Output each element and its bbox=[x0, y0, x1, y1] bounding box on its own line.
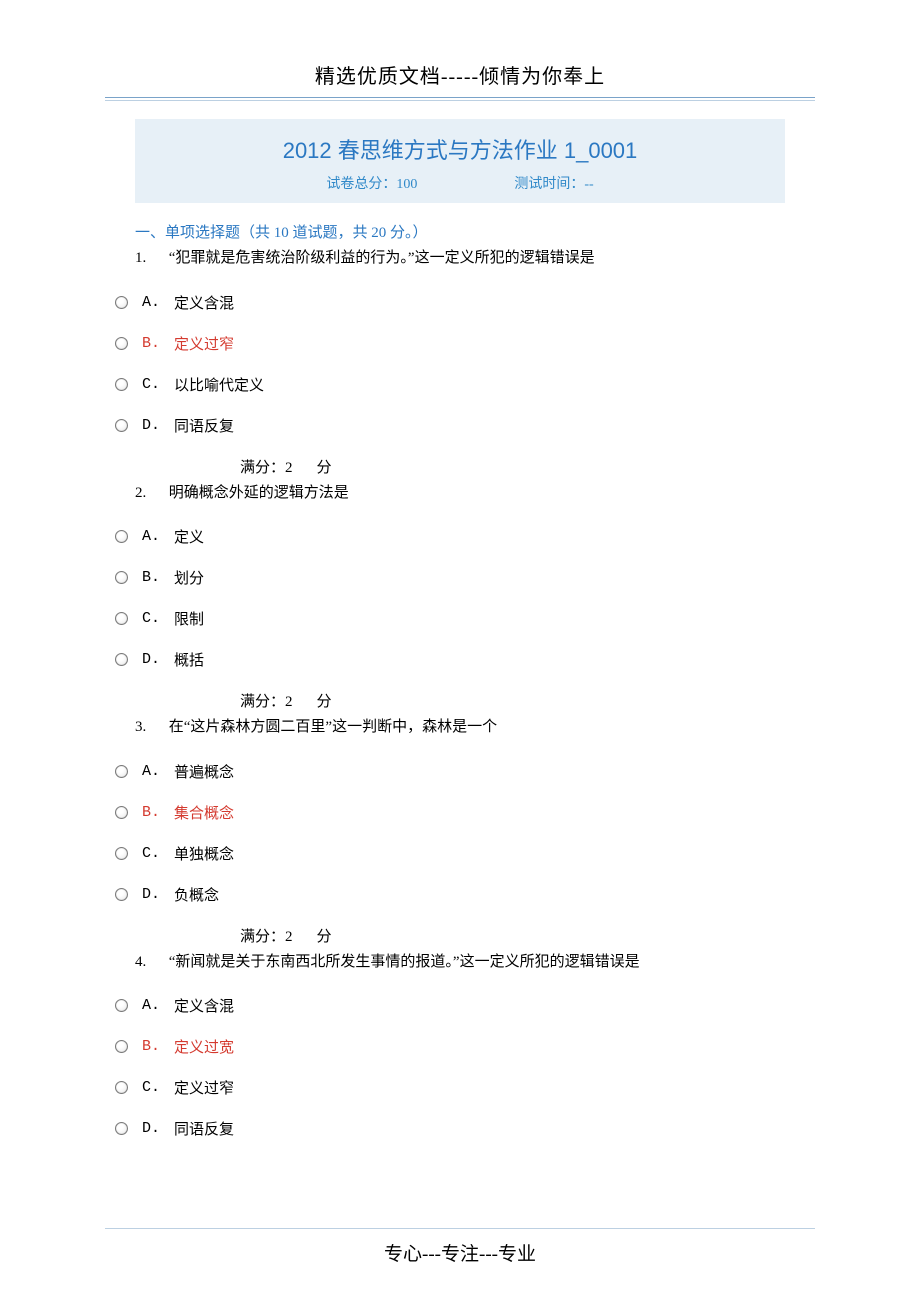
option-text: 集合概念 bbox=[174, 802, 234, 823]
option-row[interactable]: C. 限制 bbox=[135, 608, 785, 629]
header-rule bbox=[105, 100, 815, 101]
option-text: 定义过窄 bbox=[174, 1077, 234, 1098]
title-block: 2012 春思维方式与方法作业 1_0001 试卷总分：100 测试时间：-- bbox=[135, 119, 785, 203]
option-label: B. bbox=[142, 1038, 160, 1055]
option-label: B. bbox=[142, 804, 160, 821]
footer-text: 专心---专注---专业 bbox=[384, 1244, 536, 1265]
question-stem: 2. 明确概念外延的逻辑方法是 bbox=[135, 481, 785, 507]
footer-rule bbox=[105, 1228, 815, 1229]
radio-icon[interactable] bbox=[115, 847, 128, 860]
option-row[interactable]: C. 以比喻代定义 bbox=[135, 374, 785, 395]
radio-icon[interactable] bbox=[115, 1122, 128, 1135]
option-text: 限制 bbox=[174, 608, 204, 629]
exam-info: 试卷总分：100 测试时间：-- bbox=[145, 173, 775, 193]
option-label: C. bbox=[142, 610, 160, 627]
option-label: A. bbox=[142, 528, 160, 545]
option-row[interactable]: C. 定义过窄 bbox=[135, 1077, 785, 1098]
radio-icon[interactable] bbox=[115, 337, 128, 350]
test-time-label: 测试时间： bbox=[514, 177, 584, 192]
radio-icon[interactable] bbox=[115, 806, 128, 819]
radio-icon[interactable] bbox=[115, 530, 128, 543]
option-label: C. bbox=[142, 376, 160, 393]
option-label: D. bbox=[142, 1120, 160, 1137]
option-row[interactable]: B. 划分 bbox=[135, 567, 785, 588]
radio-icon[interactable] bbox=[115, 296, 128, 309]
question-stem: 1. “犯罪就是危害统治阶级利益的行为。”这一定义所犯的逻辑错误是 bbox=[135, 246, 785, 272]
question-text: 在“这片森林方圆二百里”这一判断中，森林是一个 bbox=[169, 719, 497, 735]
option-text: 同语反复 bbox=[174, 1118, 234, 1139]
option-label: A. bbox=[142, 294, 160, 311]
radio-icon[interactable] bbox=[115, 571, 128, 584]
radio-icon[interactable] bbox=[115, 653, 128, 666]
option-label: A. bbox=[142, 997, 160, 1014]
question-text: 明确概念外延的逻辑方法是 bbox=[169, 485, 349, 501]
option-text: 概括 bbox=[174, 649, 204, 670]
question-text: “犯罪就是危害统治阶级利益的行为。”这一定义所犯的逻辑错误是 bbox=[169, 250, 595, 266]
question-number: 2. bbox=[135, 481, 165, 507]
option-text: 普遍概念 bbox=[174, 761, 234, 782]
option-row[interactable]: B. 定义过宽 bbox=[135, 1036, 785, 1057]
option-label: C. bbox=[142, 1079, 160, 1096]
option-row[interactable]: D. 概括 bbox=[135, 649, 785, 670]
option-text: 定义含混 bbox=[174, 292, 234, 313]
option-row[interactable]: B. 定义过窄 bbox=[135, 333, 785, 354]
radio-icon[interactable] bbox=[115, 888, 128, 901]
option-row[interactable]: D. 负概念 bbox=[135, 884, 785, 905]
option-text: 同语反复 bbox=[174, 415, 234, 436]
option-label: B. bbox=[142, 335, 160, 352]
score-line: 满分：2分 bbox=[135, 925, 785, 946]
radio-icon[interactable] bbox=[115, 1081, 128, 1094]
radio-icon[interactable] bbox=[115, 765, 128, 778]
radio-icon[interactable] bbox=[115, 612, 128, 625]
option-label: C. bbox=[142, 845, 160, 862]
option-text: 定义过宽 bbox=[174, 1036, 234, 1057]
option-text: 负概念 bbox=[174, 884, 219, 905]
content-area: 一、单项选择题（共 10 道试题，共 20 分。） 1. “犯罪就是危害统治阶级… bbox=[105, 221, 815, 1139]
option-label: D. bbox=[142, 886, 160, 903]
total-score-value: 100 bbox=[396, 177, 417, 192]
question-number: 4. bbox=[135, 950, 165, 976]
radio-icon[interactable] bbox=[115, 1040, 128, 1053]
option-row[interactable]: B. 集合概念 bbox=[135, 802, 785, 823]
page-footer: 专心---专注---专业 bbox=[0, 1228, 920, 1266]
option-text: 以比喻代定义 bbox=[174, 374, 264, 395]
option-label: D. bbox=[142, 651, 160, 668]
question-number: 3. bbox=[135, 715, 165, 741]
option-row[interactable]: D. 同语反复 bbox=[135, 415, 785, 436]
option-text: 定义 bbox=[174, 526, 204, 547]
test-time-value: -- bbox=[584, 177, 593, 192]
option-row[interactable]: A. 普遍概念 bbox=[135, 761, 785, 782]
option-text: 定义含混 bbox=[174, 995, 234, 1016]
option-label: B. bbox=[142, 569, 160, 586]
page-header: 精选优质文档-----倾情为你奉上 bbox=[105, 60, 815, 98]
radio-icon[interactable] bbox=[115, 419, 128, 432]
question-stem: 3. 在“这片森林方圆二百里”这一判断中，森林是一个 bbox=[135, 715, 785, 741]
option-text: 单独概念 bbox=[174, 843, 234, 864]
question-stem: 4. “新闻就是关于东南西北所发生事情的报道。”这一定义所犯的逻辑错误是 bbox=[135, 950, 785, 976]
question-text: “新闻就是关于东南西北所发生事情的报道。”这一定义所犯的逻辑错误是 bbox=[169, 954, 640, 970]
radio-icon[interactable] bbox=[115, 999, 128, 1012]
option-row[interactable]: D. 同语反复 bbox=[135, 1118, 785, 1139]
option-row[interactable]: A. 定义含混 bbox=[135, 292, 785, 313]
total-score-label: 试卷总分： bbox=[326, 177, 396, 192]
exam-title: 2012 春思维方式与方法作业 1_0001 bbox=[145, 133, 775, 165]
option-row[interactable]: A. 定义含混 bbox=[135, 995, 785, 1016]
option-label: D. bbox=[142, 417, 160, 434]
option-text: 划分 bbox=[174, 567, 204, 588]
option-row[interactable]: A. 定义 bbox=[135, 526, 785, 547]
score-line: 满分：2分 bbox=[135, 456, 785, 477]
radio-icon[interactable] bbox=[115, 378, 128, 391]
option-text: 定义过窄 bbox=[174, 333, 234, 354]
option-label: A. bbox=[142, 763, 160, 780]
question-number: 1. bbox=[135, 246, 165, 272]
section-heading: 一、单项选择题（共 10 道试题，共 20 分。） bbox=[135, 221, 785, 242]
option-row[interactable]: C. 单独概念 bbox=[135, 843, 785, 864]
score-line: 满分：2分 bbox=[135, 690, 785, 711]
